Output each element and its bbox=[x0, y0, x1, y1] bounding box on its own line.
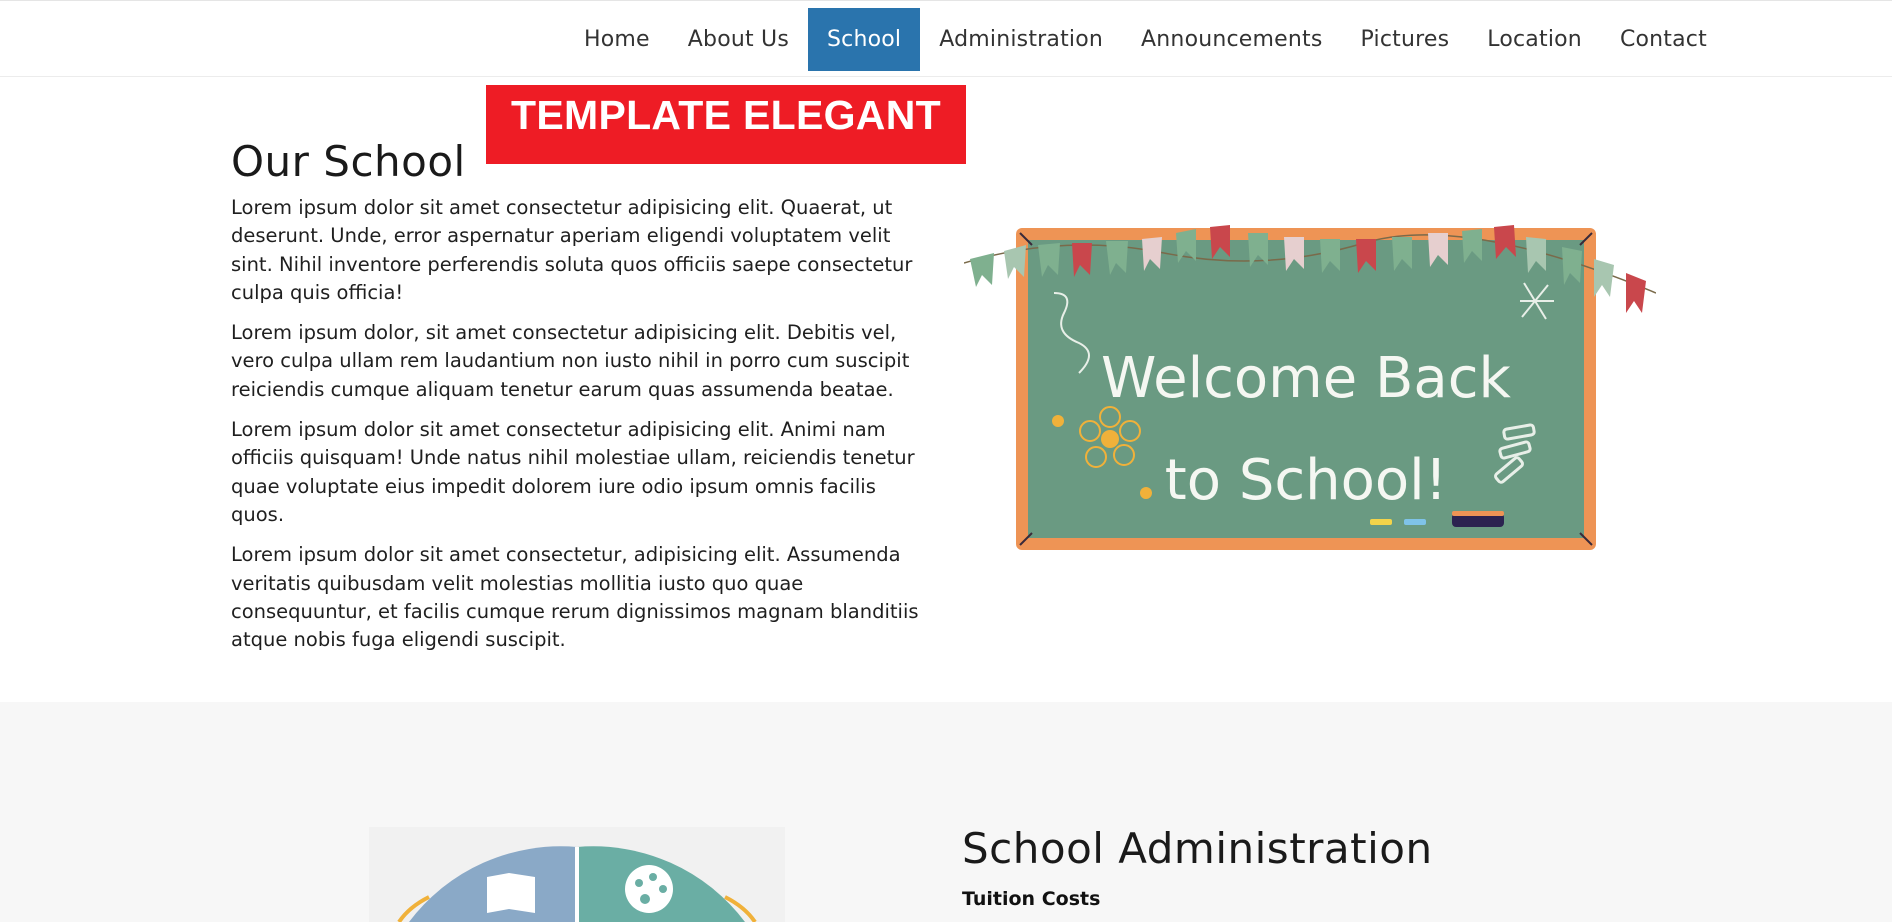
school-administration-section: School Administration Tuition Costs bbox=[0, 702, 1892, 922]
book-icon bbox=[487, 873, 535, 913]
nav-item-contact[interactable]: Contact bbox=[1601, 8, 1726, 71]
top-navigation-bar: Home About Us School Administration Anno… bbox=[0, 0, 1892, 77]
our-school-text: Lorem ipsum dolor sit amet consectetur a… bbox=[231, 194, 931, 666]
nav-item-announcements[interactable]: Announcements bbox=[1122, 8, 1342, 71]
school-paragraph-2: Lorem ipsum dolor, sit amet consectetur … bbox=[231, 321, 910, 401]
nav-item-about-us[interactable]: About Us bbox=[669, 8, 808, 71]
tuition-costs-label: Tuition Costs bbox=[962, 888, 1101, 910]
main-nav: Home About Us School Administration Anno… bbox=[565, 8, 1726, 71]
paint-palette-icon bbox=[625, 865, 673, 913]
school-paragraph-3: Lorem ipsum dolor sit amet consectetur a… bbox=[231, 418, 915, 526]
nav-item-school[interactable]: School bbox=[807, 8, 921, 71]
welcome-back-chalkboard-image: Welcome Back to School! bbox=[963, 173, 1657, 553]
template-elegant-banner: TEMPLATE ELEGANT bbox=[486, 85, 966, 164]
nav-item-location[interactable]: Location bbox=[1468, 8, 1601, 71]
our-school-heading: Our School bbox=[231, 137, 466, 186]
chalkboard-line-1: Welcome Back bbox=[1101, 346, 1511, 411]
school-administration-heading: School Administration bbox=[962, 824, 1433, 873]
nav-item-pictures[interactable]: Pictures bbox=[1342, 8, 1469, 71]
chalkboard-line-2: to School! bbox=[1165, 448, 1447, 513]
administration-pie-image bbox=[369, 827, 785, 922]
nav-item-home[interactable]: Home bbox=[565, 8, 669, 71]
our-school-section: Our School Lorem ipsum dolor sit amet co… bbox=[0, 77, 1892, 702]
nav-item-administration[interactable]: Administration bbox=[920, 8, 1122, 71]
school-paragraph-4: Lorem ipsum dolor sit amet consectetur, … bbox=[231, 543, 919, 652]
school-paragraph-1: Lorem ipsum dolor sit amet consectetur a… bbox=[231, 196, 913, 304]
